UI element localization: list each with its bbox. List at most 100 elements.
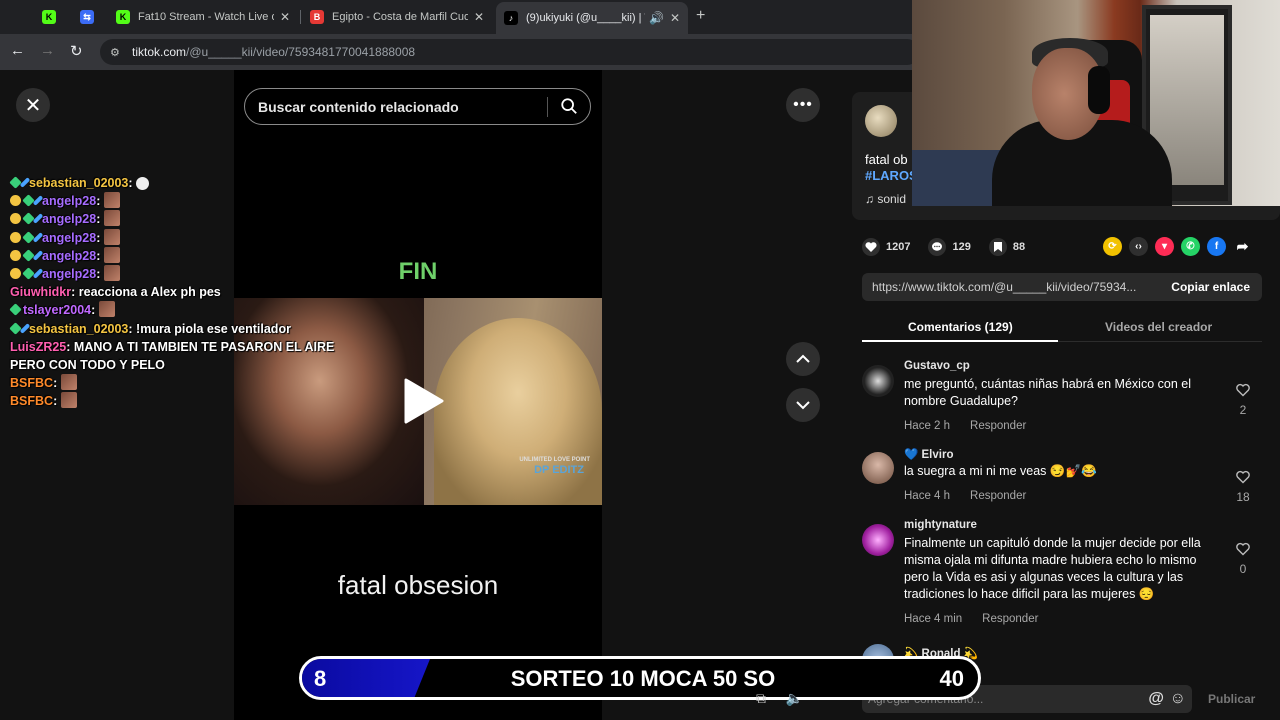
tab-close-icon[interactable]: ✕ bbox=[474, 10, 484, 24]
caption-icon[interactable]: ⧉ bbox=[756, 690, 766, 706]
browser-tab-fat10[interactable]: K Fat10 Stream - Watch Live on K ✕ bbox=[108, 4, 298, 30]
headset-icon bbox=[1088, 66, 1110, 114]
tab-title: Egipto - Costa de Marfil Cuotas bbox=[332, 11, 468, 23]
chat-username: BSFBC bbox=[10, 394, 54, 409]
next-video-button[interactable] bbox=[786, 388, 820, 422]
chat-username: angelp28 bbox=[42, 230, 97, 245]
comment-button[interactable]: 129 bbox=[928, 238, 971, 256]
active-tab-indicator bbox=[862, 340, 1058, 342]
comment-username[interactable]: mightynature bbox=[904, 519, 977, 531]
tab-close-icon[interactable]: ✕ bbox=[280, 10, 290, 24]
reply-button[interactable]: Responder bbox=[970, 490, 1026, 502]
chat-text: MANO A TI TAMBIEN TE PASARON EL AIRE bbox=[73, 339, 335, 354]
post-sound[interactable]: ♫ sonid bbox=[865, 192, 906, 206]
chat-emote-icon bbox=[103, 265, 120, 282]
share-arrow-icon[interactable]: ➦ bbox=[1233, 237, 1252, 256]
chat-separator: : bbox=[96, 230, 104, 245]
chat-separator: : bbox=[96, 248, 104, 263]
search-placeholder: Buscar contenido relacionado bbox=[258, 98, 459, 115]
chat-username: LuisZR25 bbox=[10, 339, 67, 354]
tab-creator-videos[interactable]: Videos del creador bbox=[1105, 320, 1212, 334]
chat-separator: : bbox=[96, 194, 104, 209]
comment-like-button[interactable]: 2 bbox=[1234, 383, 1252, 417]
chat-message: LuisZR25: MANO A TI TAMBIEN TE PASARON E… bbox=[10, 338, 350, 356]
play-icon[interactable] bbox=[398, 376, 448, 426]
close-icon: ✕ bbox=[24, 94, 42, 117]
post-hashtag[interactable]: #LAROS bbox=[865, 168, 918, 183]
reply-button[interactable]: Responder bbox=[970, 420, 1026, 432]
mention-icon[interactable]: @ bbox=[1148, 690, 1164, 708]
comment-time: Hace 4 min bbox=[904, 613, 963, 625]
chat-message: angelp28: bbox=[10, 192, 350, 210]
comment-username[interactable]: Gustavo_cp bbox=[904, 360, 970, 372]
frame-person-right bbox=[434, 318, 602, 505]
tab-audio-icon[interactable]: 🔊 bbox=[649, 11, 664, 25]
browser-tab-app[interactable]: ⇆ bbox=[72, 4, 100, 30]
chat-message: sebastian_02003: bbox=[9, 174, 350, 192]
close-video-button[interactable]: ✕ bbox=[16, 88, 50, 122]
raffle-label: SORTEO 10 MOCA 50 SO bbox=[510, 666, 776, 691]
post-link: https://www.tiktok.com/@u_____kii/video/… bbox=[872, 280, 1137, 294]
chat-badge-icon bbox=[10, 195, 21, 207]
commenter-avatar[interactable] bbox=[862, 524, 894, 556]
reload-icon[interactable]: ↻ bbox=[70, 42, 83, 60]
tab-comments[interactable]: Comentarios (129) bbox=[908, 320, 1013, 334]
site-info-icon[interactable]: ⚙ bbox=[110, 46, 122, 59]
forward-icon[interactable]: → bbox=[40, 42, 55, 59]
chat-username: Giuwhidkr bbox=[10, 285, 72, 300]
browser-tab-kick[interactable]: K bbox=[34, 4, 62, 30]
more-options-button[interactable]: ••• bbox=[786, 88, 820, 122]
commenter-avatar[interactable] bbox=[862, 452, 894, 484]
like-count: 1207 bbox=[886, 241, 911, 253]
repost-icon[interactable]: ⟳ bbox=[1103, 237, 1122, 256]
whatsapp-icon[interactable]: ✆ bbox=[1181, 237, 1200, 256]
comment-username[interactable]: 💙 Elviro bbox=[904, 447, 953, 461]
chat-badge-icon bbox=[22, 230, 35, 244]
chat-message: sebastian_02003: !mura piola ese ventila… bbox=[9, 320, 350, 338]
comment-time: Hace 4 h bbox=[904, 490, 951, 502]
commenter-avatar[interactable] bbox=[862, 365, 894, 397]
comment-like-button[interactable]: 0 bbox=[1234, 542, 1252, 576]
search-bar[interactable]: Buscar contenido relacionado bbox=[244, 88, 591, 125]
chat-emote-icon bbox=[103, 228, 120, 245]
browser-tab-egipto[interactable]: B Egipto - Costa de Marfil Cuotas ✕ bbox=[302, 4, 492, 30]
chevron-down-icon bbox=[796, 401, 810, 410]
chat-badge-icon bbox=[10, 231, 21, 243]
creator-avatar[interactable] bbox=[865, 105, 897, 137]
previous-video-button[interactable] bbox=[786, 342, 820, 376]
chat-separator: : bbox=[128, 321, 137, 336]
reply-button[interactable]: Responder bbox=[982, 613, 1038, 625]
send-icon[interactable]: ▾ bbox=[1155, 237, 1174, 256]
chat-username: BSFBC bbox=[10, 376, 54, 391]
comment-text: la suegra a mi ni me veas 😏💅😂 bbox=[904, 464, 1097, 478]
new-tab-button[interactable]: + bbox=[696, 7, 705, 25]
address-bar[interactable]: ⚙ tiktok.com/@u_____kii/video/7593481770… bbox=[100, 39, 920, 65]
back-icon[interactable]: ← bbox=[10, 42, 25, 59]
comment-time: Hace 2 h bbox=[904, 420, 951, 432]
betting-favicon-icon: B bbox=[310, 10, 324, 24]
comment-meta: Hace 4 min Responder bbox=[904, 613, 1058, 625]
chat-separator: : bbox=[128, 176, 137, 190]
chat-separator: : bbox=[91, 303, 99, 318]
like-button[interactable]: 1207 bbox=[862, 238, 910, 256]
browser-tab-tiktok[interactable]: ♪ (9)ukiyuki (@u____kii) | Tik 🔊 ✕ bbox=[496, 2, 688, 34]
publish-button[interactable]: Publicar bbox=[1208, 692, 1255, 706]
volume-icon[interactable]: 🔈 bbox=[785, 690, 802, 706]
share-options: ⟳ ‹› ▾ ✆ f ➦ bbox=[1103, 237, 1259, 256]
embed-icon[interactable]: ‹› bbox=[1129, 237, 1148, 256]
search-icon[interactable] bbox=[560, 97, 578, 115]
chat-username: sebastian_02003 bbox=[29, 321, 129, 336]
copy-link-button[interactable]: Copiar enlace bbox=[1171, 280, 1250, 294]
tab-close-icon[interactable]: ✕ bbox=[670, 11, 680, 25]
more-icon: ••• bbox=[793, 96, 813, 113]
chat-separator: : bbox=[71, 285, 79, 300]
comment-icon bbox=[928, 238, 947, 256]
tiktok-favicon-icon: ♪ bbox=[504, 11, 518, 25]
comment-like-button[interactable]: 18 bbox=[1234, 470, 1252, 504]
comment-like-count: 18 bbox=[1236, 490, 1250, 504]
save-button[interactable]: 88 bbox=[988, 238, 1025, 256]
chat-username: angelp28 bbox=[42, 267, 97, 282]
comment-tabs: Comentarios (129) Videos del creador bbox=[862, 312, 1262, 342]
facebook-icon[interactable]: f bbox=[1207, 237, 1226, 256]
emoji-icon[interactable]: ☺ bbox=[1170, 690, 1186, 708]
